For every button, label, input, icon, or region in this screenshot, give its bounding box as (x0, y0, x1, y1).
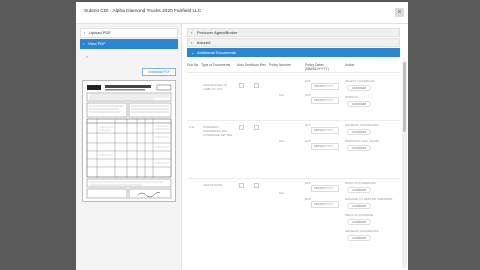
table-row: CERTIFICATE N/A EFF MM/DD/YYYY EXP MM/DD… (187, 178, 400, 270)
form-pane: › Producer Agent/Broker › Insured ⌄ Addi… (183, 24, 408, 270)
auto-rec-checkbox[interactable] (254, 183, 259, 188)
action-label: DAMAGE TO RENTED PREMISES (345, 197, 393, 201)
confirm-button[interactable]: CONFIRM (347, 187, 371, 193)
exp-date-input[interactable]: MM/DD/YYYY (311, 201, 339, 208)
chevron-right-icon: › (191, 30, 193, 35)
chevron-right-icon: › (84, 30, 86, 35)
auto-sent-checkbox[interactable] (239, 83, 244, 88)
close-button[interactable]: × (395, 8, 404, 17)
confirm-button[interactable]: CONFIRM (347, 85, 371, 91)
section-additional-documents-label: Additional Documents (197, 50, 236, 55)
col-policy-dates: Policy Dates (MM/DD/YYYY) (305, 63, 329, 71)
policy-number: N/A (279, 139, 285, 143)
confirm-button[interactable]: CONFIRM (347, 203, 371, 209)
action-label: SELECT COVERAGE (345, 79, 375, 83)
eff-label: EFF (305, 123, 311, 127)
chevron-down-icon: ⌄ (191, 50, 195, 55)
auto-sent-checkbox[interactable] (239, 125, 244, 130)
action-label: GENERAL AGGREGATE (345, 229, 379, 233)
auto-sent-checkbox[interactable] (239, 183, 244, 188)
section-insured[interactable]: › Insured (187, 38, 400, 47)
eff-date-input[interactable]: MM/DD/YYYY (311, 83, 339, 90)
section-producer-label: Producer Agent/Broker (197, 30, 238, 35)
section-additional-documents[interactable]: ⌄ Additional Documents (187, 48, 400, 57)
col-type: Type of Documents (201, 63, 231, 67)
table-row: 1/11 WORKERS COMPENSATION COVERAGE LETTE… (187, 120, 400, 176)
doc-type: WORKERS COMPENSATION COVERAGE LETTER (203, 125, 233, 137)
confirm-button[interactable]: CONFIRM (347, 101, 371, 107)
chevron-right-icon: › (83, 41, 85, 46)
submit-cdi-dialog: Submit CDI - Alpha Diamond Trucks 2020 F… (76, 2, 408, 270)
confirm-button[interactable]: CONFIRM (347, 145, 371, 151)
eff-date-input[interactable]: MM/DD/YYYY (311, 127, 339, 134)
section-insured-label: Insured (197, 40, 211, 45)
upload-pdf-tab[interactable]: › Upload PDF (80, 28, 178, 38)
col-auto-sent: Auto Sent (237, 63, 252, 67)
document-pane: › Upload PDF › View PDF » Download PDF (76, 24, 182, 270)
table-row: CERTIFICATE OF LIABILITY INS N/A EFF MM/… (187, 72, 400, 118)
action-label: EACH OCCURRENCE (345, 181, 376, 185)
auto-rec-checkbox[interactable] (254, 83, 259, 88)
action-label: PERSONAL ADV INJURY (345, 139, 380, 143)
certificate-document-image (83, 81, 175, 201)
col-doc-no: Doc No (187, 63, 199, 67)
col-policy-number: Policy Number (269, 63, 292, 67)
doc-no: 1/11 (189, 125, 195, 129)
confirm-button[interactable]: CONFIRM (347, 235, 371, 241)
confirm-button[interactable]: CONFIRM (347, 219, 371, 225)
eff-label: EFF (305, 79, 311, 83)
action-label: GENERAL AGGREGATE (345, 123, 379, 127)
pdf-preview[interactable] (82, 80, 176, 202)
table-header: Doc No Type of Documents Auto Sent Auto … (187, 61, 400, 71)
policy-number: N/A (279, 191, 285, 195)
section-producer[interactable]: › Producer Agent/Broker (187, 28, 400, 37)
doc-type: CERTIFICATE (203, 183, 223, 187)
chevron-right-icon: › (191, 40, 193, 45)
col-action: Action (345, 63, 355, 67)
policy-number: N/A (279, 93, 285, 97)
page-nav-icon[interactable]: » (86, 54, 88, 59)
eff-date-input[interactable]: MM/DD/YYYY (311, 185, 339, 192)
action-label: DISPUTE (345, 95, 359, 99)
dialog-header: Submit CDI - Alpha Diamond Trucks 2020 F… (76, 2, 408, 24)
view-pdf-label: View PDF (88, 41, 106, 46)
view-pdf-tab[interactable]: › View PDF (80, 39, 178, 49)
dialog-title: Submit CDI - Alpha Diamond Trucks 2020 F… (84, 9, 202, 14)
doc-type: CERTIFICATE OF LIABILITY INS (203, 83, 228, 91)
eff-label: EFF (305, 181, 311, 185)
auto-rec-checkbox[interactable] (254, 125, 259, 130)
action-label: MEDICAL EXPENSE (345, 213, 374, 217)
scrollbar-thumb[interactable] (403, 62, 406, 132)
confirm-button[interactable]: CONFIRM (347, 129, 371, 135)
exp-date-input[interactable]: MM/DD/YYYY (311, 97, 339, 104)
col-auto-rec: Auto Rec (252, 63, 266, 67)
download-pdf-button[interactable]: Download PDF (142, 68, 176, 76)
upload-pdf-label: Upload PDF (89, 30, 111, 35)
exp-date-input[interactable]: MM/DD/YYYY (311, 143, 339, 150)
